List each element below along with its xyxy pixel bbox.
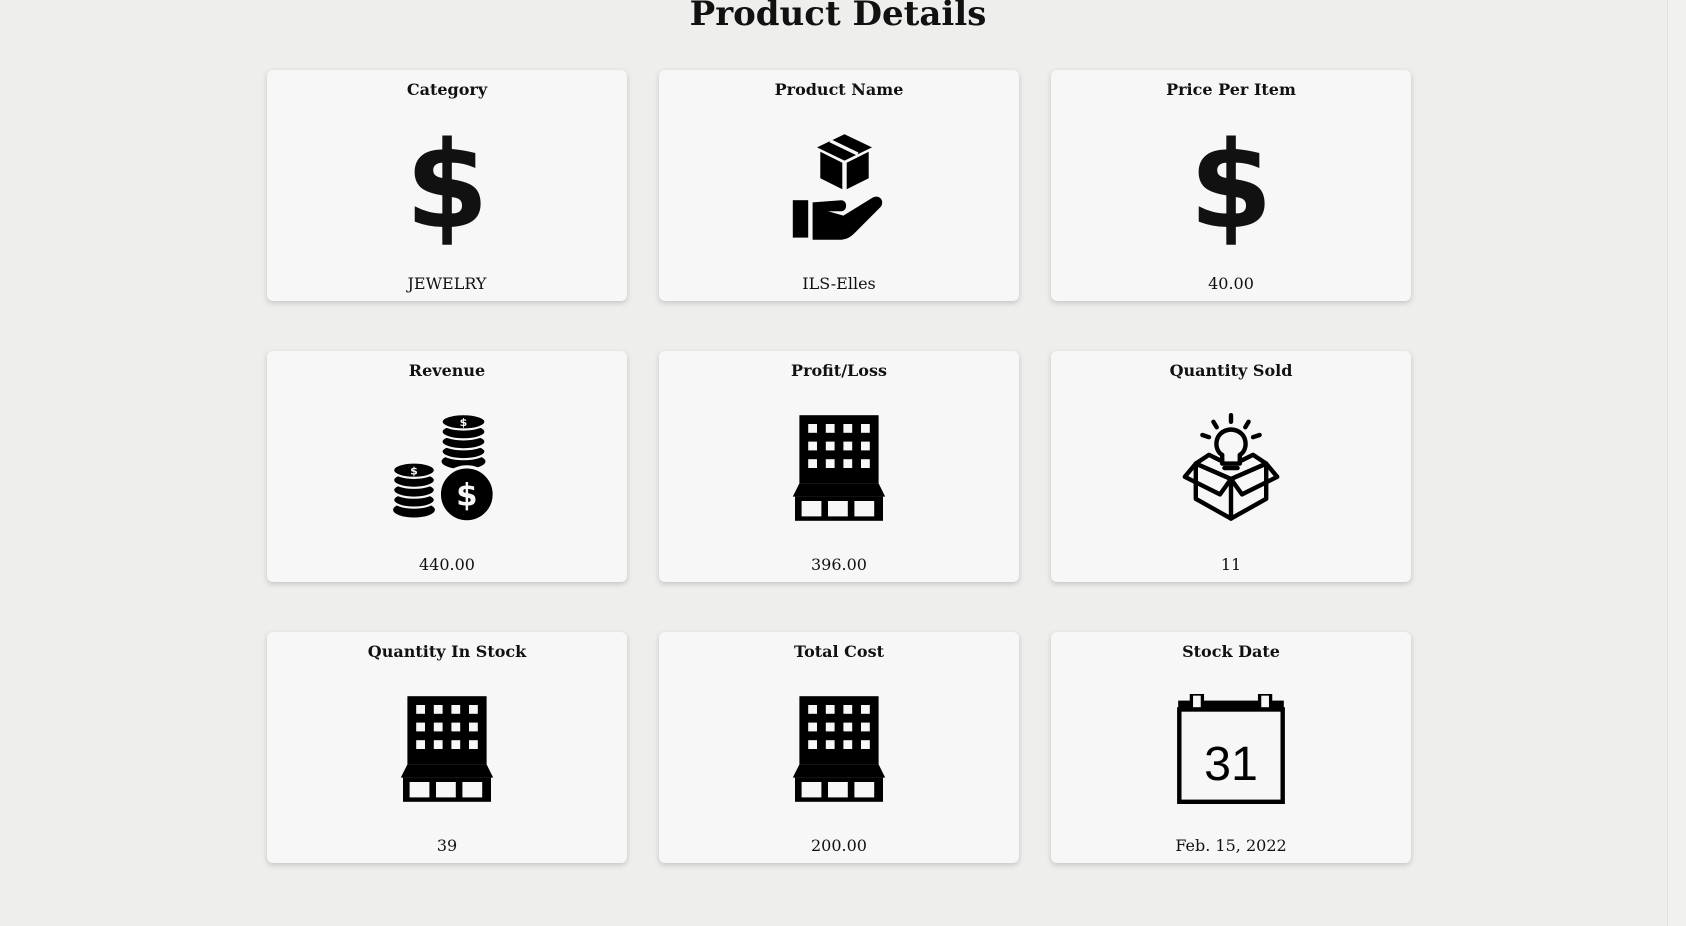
card-revenue: Revenue $ $ $ 440.00 [267, 351, 627, 582]
card-label: Quantity Sold [1169, 361, 1293, 380]
product-details-grid: Category $ JEWELRY Product Name ILS-Elle… [267, 70, 1411, 863]
scrollbar[interactable] [1667, 0, 1686, 926]
calendar-day-number: 31 [1204, 737, 1258, 791]
card-value: JEWELRY [407, 274, 487, 293]
card-label: Profit/Loss [791, 361, 887, 380]
card-value: 440.00 [419, 555, 475, 574]
card-label: Price Per Item [1166, 80, 1296, 99]
building-icon [267, 694, 627, 804]
card-price-per-item: Price Per Item $ 40.00 [1051, 70, 1411, 301]
card-profit-loss: Profit/Loss 396.00 [659, 351, 1019, 582]
building-icon [659, 413, 1019, 523]
building-icon [659, 694, 1019, 804]
card-category: Category $ JEWELRY [267, 70, 627, 301]
card-label: Total Cost [794, 642, 884, 661]
card-label: Category [406, 80, 488, 99]
card-value: 396.00 [811, 555, 867, 574]
card-label: Quantity In Stock [367, 642, 527, 661]
dollar-icon: $ [1189, 117, 1273, 256]
card-stock-date: Stock Date 31 Feb. 15, 2022 [1051, 632, 1411, 863]
svg-text:$: $ [410, 465, 418, 478]
idea-box-icon [1051, 413, 1411, 523]
coins-icon: $ $ $ [267, 413, 627, 523]
card-label: Revenue [408, 361, 486, 380]
card-value: 11 [1220, 555, 1242, 574]
card-label: Stock Date [1182, 642, 1280, 661]
card-label: Product Name [774, 80, 904, 99]
card-product-name: Product Name ILS-Elles [659, 70, 1019, 301]
svg-text:$: $ [456, 477, 477, 513]
dollar-icon: $ [405, 117, 489, 256]
card-value: 40.00 [1208, 274, 1254, 293]
page-title: Product Details [689, 0, 987, 34]
svg-text:$: $ [460, 416, 468, 429]
card-value: Feb. 15, 2022 [1175, 836, 1287, 855]
card-quantity-in-stock: Quantity In Stock 39 [267, 632, 627, 863]
card-value: 200.00 [811, 836, 867, 855]
card-quantity-sold: Quantity Sold 11 [1051, 351, 1411, 582]
card-value: 39 [436, 836, 458, 855]
calendar-icon: 31 [1051, 694, 1411, 804]
box-in-hand-icon [659, 132, 1019, 242]
card-total-cost: Total Cost 200.00 [659, 632, 1019, 863]
card-value: ILS-Elles [802, 274, 876, 293]
